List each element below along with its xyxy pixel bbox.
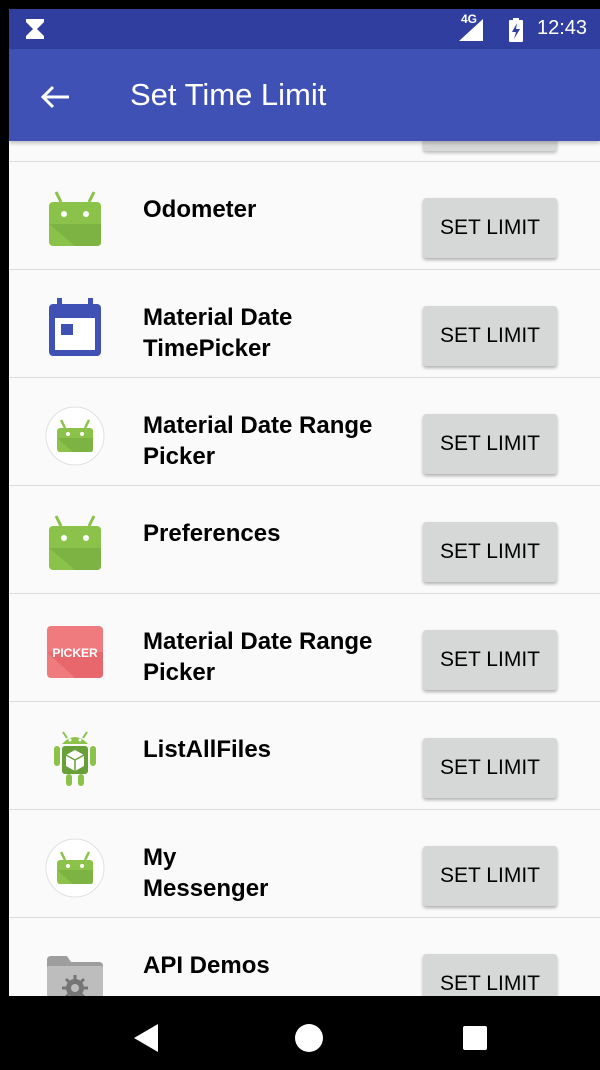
set-limit-button[interactable]: SET LIMIT <box>423 630 557 690</box>
set-limit-button[interactable]: SET LIMIT <box>423 954 557 996</box>
set-limit-button-partial[interactable] <box>423 141 557 151</box>
android-robot-round-icon <box>45 406 105 466</box>
battery-charging-icon <box>509 18 523 42</box>
set-limit-button[interactable]: SET LIMIT <box>423 306 557 366</box>
recents-square-icon[interactable] <box>455 1018 495 1058</box>
set-limit-button[interactable]: SET LIMIT <box>423 846 557 906</box>
list-item: Preferences SET LIMIT <box>9 485 600 593</box>
list-item: Odometer SET LIMIT <box>9 161 600 269</box>
app-name: Material Date Range Picker <box>143 628 373 686</box>
app-name: Material Date Range Picker <box>143 412 373 470</box>
navigation-bar <box>9 996 600 1070</box>
back-arrow-icon[interactable] <box>37 79 73 115</box>
list-item: PICKER Material Date Range Picker SET LI… <box>9 593 600 701</box>
picker-icon: PICKER <box>47 626 103 678</box>
app-bar: Set Time Limit <box>9 49 600 141</box>
set-limit-button[interactable]: SET LIMIT <box>423 522 557 582</box>
folder-gear-icon <box>47 956 103 996</box>
android-robot-icon <box>49 515 101 570</box>
android-robot-icon <box>49 191 101 246</box>
android-box-icon <box>54 731 96 786</box>
list-item: My Messenger SET LIMIT <box>9 809 600 917</box>
picker-icon-text: PICKER <box>52 646 98 660</box>
app-name: My Messenger <box>143 844 269 902</box>
back-triangle-icon[interactable] <box>128 1018 168 1058</box>
app-name: Material Date TimePicker <box>143 304 293 362</box>
set-limit-button[interactable]: SET LIMIT <box>423 198 557 258</box>
set-limit-button[interactable]: SET LIMIT <box>423 738 557 798</box>
signal-icon <box>459 19 483 41</box>
status-bar: 4G 12:43 <box>9 9 600 49</box>
list-item: Material Date Range Picker SET LIMIT <box>9 377 600 485</box>
hourglass-icon <box>26 19 44 39</box>
app-list[interactable]: Odometer SET LIMIT Material Date TimePic… <box>9 141 600 996</box>
calendar-icon <box>49 298 101 356</box>
app-name: Odometer <box>143 196 257 223</box>
list-item: API Demos SET LIMIT <box>9 917 600 996</box>
page-title: Set Time Limit <box>130 77 327 112</box>
home-circle-icon[interactable] <box>289 1018 329 1058</box>
clock: 12:43 <box>537 17 588 39</box>
app-name: ListAllFiles <box>143 736 272 763</box>
list-item: Material Date TimePicker SET LIMIT <box>9 269 600 377</box>
screen: 4G 12:43 Set Time Limit Odometer SET LIM… <box>9 9 600 1070</box>
android-robot-round-icon <box>45 838 105 898</box>
set-limit-button[interactable]: SET LIMIT <box>423 414 557 474</box>
app-name: Preferences <box>143 520 281 547</box>
app-name: API Demos <box>143 952 270 979</box>
list-item: ListAllFiles SET LIMIT <box>9 701 600 809</box>
